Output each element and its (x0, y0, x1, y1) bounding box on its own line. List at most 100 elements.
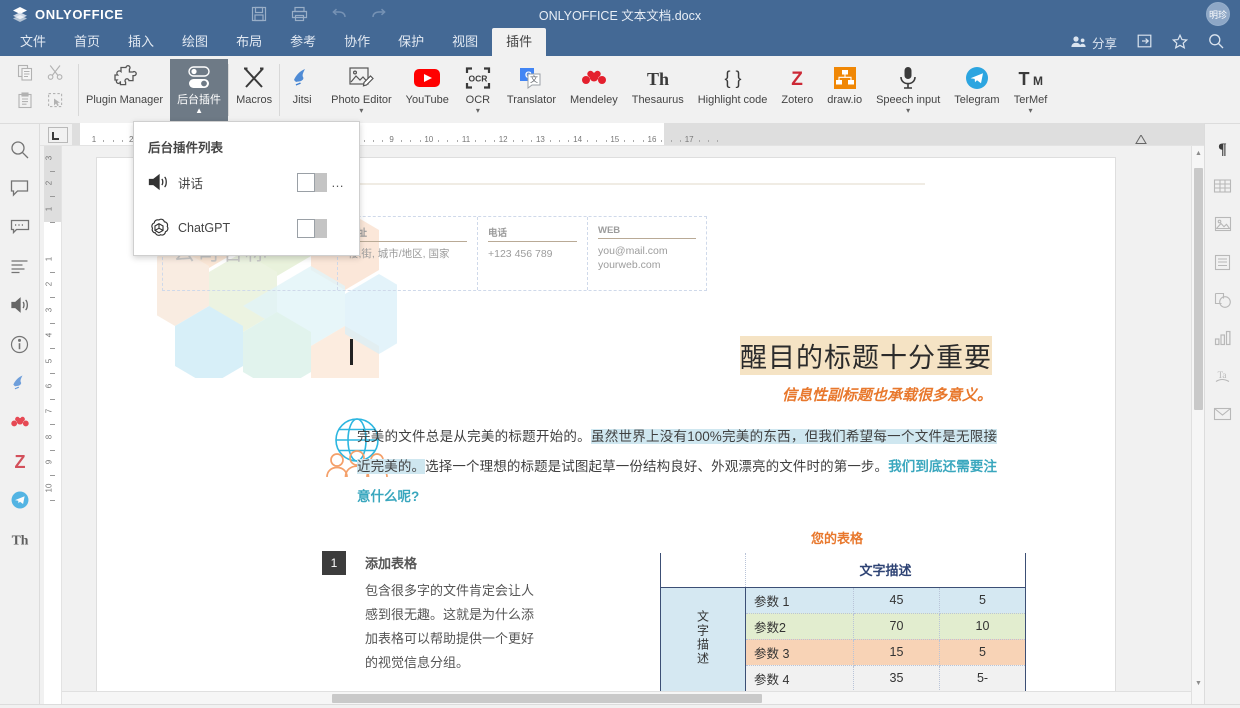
comments-icon[interactable] (9, 177, 31, 199)
table-settings-icon[interactable] (1213, 176, 1233, 196)
ribbon-item-drawio[interactable]: draw.io (820, 59, 869, 121)
select-all-icon[interactable] (47, 92, 64, 112)
ribbon-item-translator[interactable]: G 文 Translator (500, 59, 563, 121)
web-header: WEB (598, 225, 696, 239)
image-settings-icon[interactable] (1213, 214, 1233, 234)
ribbon-item-speech-input[interactable]: Speech input ▾ (869, 59, 947, 121)
header-footer-settings-icon[interactable] (1213, 252, 1233, 272)
zotero-icon[interactable]: Z (9, 450, 31, 472)
ribbon-item-photo-editor[interactable]: Photo Editor ▾ (324, 59, 399, 121)
chat-icon[interactable] (9, 216, 31, 238)
ribbon-item-zotero[interactable]: Z Zotero (774, 59, 820, 121)
jitsi-icon (290, 63, 314, 93)
background-plugins-dropdown[interactable]: 后台插件列表 讲话 … ChatGPT (133, 121, 360, 256)
undo-icon[interactable] (330, 5, 348, 23)
save-icon[interactable] (250, 5, 268, 23)
ribbon-item-plugin-manager[interactable]: Plugin Manager (79, 59, 170, 121)
mendeley-icon[interactable] (9, 411, 31, 433)
print-icon[interactable] (290, 5, 308, 23)
table-row[interactable]: 文字描述 参数 1 45 5 (661, 587, 1026, 613)
tab-view[interactable]: 视图 (438, 28, 492, 56)
dropdown-row-speech[interactable]: 讲话 … (134, 162, 359, 202)
ribbon-item-termef[interactable]: T M TerMef ▾ (1007, 59, 1055, 121)
braces-icon: { } (719, 63, 747, 93)
speech-toggle[interactable] (297, 173, 327, 192)
data-table[interactable]: 文字描述 文字描述 参数 1 45 5 参数2 70 10 (660, 553, 1026, 692)
tab-file[interactable]: 文件 (6, 28, 60, 56)
ribbon-item-background-plugins[interactable]: 后台插件 ▲ (170, 59, 228, 121)
document-body-paragraph[interactable]: 完美的文件总是从完美的标题开始的。虽然世界上没有100%完美的东西，但我们希望每… (357, 422, 997, 512)
ribbon-item-mendeley[interactable]: Mendeley (563, 59, 625, 121)
horizontal-scroll-thumb[interactable] (332, 694, 762, 703)
ribbon-item-label: Jitsi (293, 94, 312, 106)
tab-layout[interactable]: 布局 (222, 28, 276, 56)
ribbon-item-ocr[interactable]: OCR OCR ▾ (456, 59, 500, 121)
ruler-minor-mark (699, 140, 700, 142)
ruler-minor-mark (103, 140, 104, 142)
speaker-plugin-icon[interactable] (9, 294, 31, 316)
paste-icon[interactable] (17, 92, 34, 112)
open-file-location-icon[interactable] (1137, 34, 1152, 51)
tab-insert[interactable]: 插入 (114, 28, 168, 56)
mail-merge-settings-icon[interactable] (1213, 404, 1233, 424)
ribbon-item-telegram[interactable]: Telegram (947, 59, 1006, 121)
tab-collaboration[interactable]: 协作 (330, 28, 384, 56)
vertical-ruler[interactable]: 32112345678910 (40, 146, 62, 704)
ruler-minor-mark (438, 140, 439, 142)
speech-more-options-icon[interactable]: … (327, 175, 349, 190)
tab-home[interactable]: 首页 (60, 28, 114, 56)
user-avatar[interactable]: 明珍 (1206, 2, 1230, 26)
chevron-down-icon: ▾ (1029, 107, 1033, 115)
svg-text:Th: Th (647, 69, 669, 89)
share-button[interactable]: 分享 (1070, 33, 1117, 52)
right-indent-marker[interactable] (1135, 135, 1147, 144)
tab-draw[interactable]: 绘图 (168, 28, 222, 56)
tab-stop-selector[interactable] (48, 127, 68, 143)
about-info-icon[interactable] (9, 333, 31, 355)
dropdown-row-chatgpt[interactable]: ChatGPT (134, 208, 359, 248)
ruler-minor-mark (708, 140, 709, 142)
text-art-settings-icon[interactable]: Ta (1213, 366, 1233, 386)
tab-plugins[interactable]: 插件 (492, 28, 546, 56)
chart-settings-icon[interactable] (1213, 328, 1233, 348)
ribbon-item-thesaurus[interactable]: Th Thesaurus (625, 59, 691, 121)
ribbon-item-youtube[interactable]: YouTube (399, 59, 456, 121)
ruler-minor-mark (624, 140, 625, 142)
vertical-scroll-thumb[interactable] (1194, 168, 1203, 410)
ruler-minor-mark (671, 140, 672, 142)
search-icon[interactable] (1208, 33, 1224, 52)
ruler-minor-mark (494, 140, 495, 142)
photo-editor-icon (348, 63, 374, 93)
ribbon-item-label: Telegram (954, 94, 999, 106)
telegram-icon[interactable] (9, 489, 31, 511)
ruler-minor-mark (475, 140, 476, 142)
redo-icon[interactable] (370, 5, 388, 23)
ribbon-item-label: 后台插件 (177, 94, 221, 106)
chatgpt-toggle[interactable] (297, 219, 327, 238)
search-icon[interactable] (9, 138, 31, 160)
ribbon-item-macros[interactable]: Macros (229, 59, 279, 121)
phone-cell[interactable]: 电话 +123 456 789 (478, 217, 588, 290)
favorite-star-icon[interactable] (1172, 34, 1188, 52)
paragraph-settings-icon[interactable]: ¶ (1213, 138, 1233, 158)
headings-icon[interactable] (9, 255, 31, 277)
scroll-up-arrow[interactable]: ▲ (1192, 146, 1205, 160)
document-heading-line[interactable]: 醒目的标题十分重要 (352, 336, 992, 375)
cut-icon[interactable] (47, 64, 64, 84)
ruler-minor-mark (522, 140, 523, 142)
copy-icon[interactable] (17, 64, 34, 84)
vertical-scrollbar[interactable]: ▲ ▼ (1191, 146, 1204, 704)
tab-references[interactable]: 参考 (276, 28, 330, 56)
thesaurus-icon[interactable]: Th (9, 528, 31, 550)
scroll-down-arrow[interactable]: ▼ (1192, 676, 1205, 690)
svg-text:OCR: OCR (468, 73, 487, 83)
ribbon-item-highlight-code[interactable]: { } Highlight code (691, 59, 775, 121)
ribbon-item-jitsi[interactable]: Jitsi (280, 59, 324, 121)
table-cell-value2: 5 (940, 639, 1026, 665)
horizontal-scrollbar[interactable] (62, 691, 1191, 704)
jitsi-icon[interactable] (9, 372, 31, 394)
microphone-icon (897, 63, 919, 93)
shape-settings-icon[interactable] (1213, 290, 1233, 310)
tab-protection[interactable]: 保护 (384, 28, 438, 56)
web-cell[interactable]: WEB you@mail.com yourweb.com (588, 217, 706, 290)
